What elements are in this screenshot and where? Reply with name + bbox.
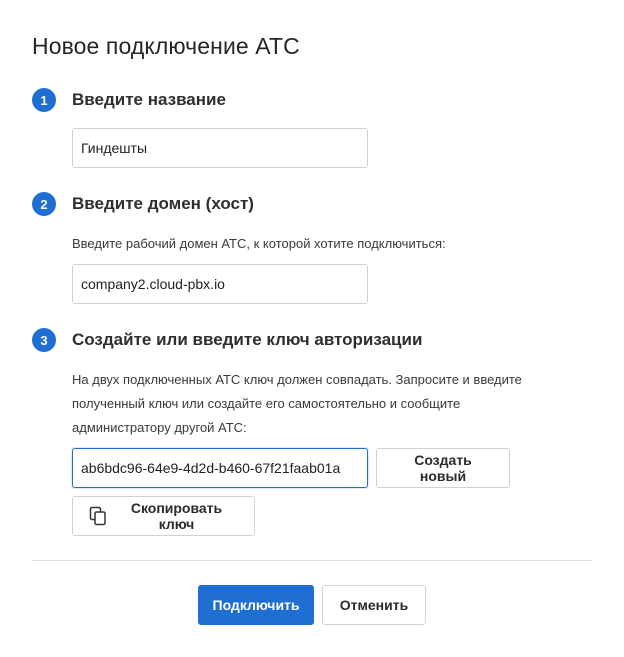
divider [32,560,592,561]
step-title: Создайте или введите ключ авторизации [72,330,423,349]
key-row: Создать новый [72,448,592,488]
step-header: 3 Создайте или введите ключ авторизации [32,328,592,352]
domain-input[interactable] [72,264,368,304]
connect-button[interactable]: Подключить [198,585,314,625]
auth-key-input[interactable] [72,448,368,488]
step-domain: 2 Введите домен (хост) Введите рабочий д… [32,192,592,304]
step-header: 2 Введите домен (хост) [32,192,592,216]
domain-hint: Введите рабочий домен АТС, к которой хот… [72,236,446,251]
page-title: Новое подключение АТС [32,33,300,59]
step-body: Введите рабочий домен АТС, к которой хот… [72,232,592,304]
name-input[interactable] [72,128,368,168]
create-key-button[interactable]: Создать новый [376,448,510,488]
dialog-footer: Подключить Отменить [0,585,624,625]
copy-row: Скопировать ключ [72,496,592,536]
step-name: 1 Введите название [32,88,592,168]
step-body [72,128,592,168]
step-number-badge: 2 [32,192,56,216]
step-number-badge: 3 [32,328,56,352]
hint-line: На двух подключенных АТС ключ должен сов… [72,372,522,387]
copy-key-button[interactable]: Скопировать ключ [72,496,255,536]
step-body: На двух подключенных АТС ключ должен сов… [72,368,592,536]
step-header: 1 Введите название [32,88,592,112]
hint-line: администратору другой АТС: [72,420,247,435]
step-title: Введите название [72,90,226,109]
copy-key-label: Скопировать ключ [130,500,223,532]
step-auth-key: 3 Создайте или введите ключ авторизации … [32,328,592,536]
auth-key-hint: На двух подключенных АТС ключ должен сов… [72,368,592,440]
step-title: Введите домен (хост) [72,194,254,213]
step-number-badge: 1 [32,88,56,112]
cancel-button[interactable]: Отменить [322,585,426,625]
copy-icon [89,506,107,526]
hint-line: полученный ключ или создайте его самосто… [72,396,461,411]
